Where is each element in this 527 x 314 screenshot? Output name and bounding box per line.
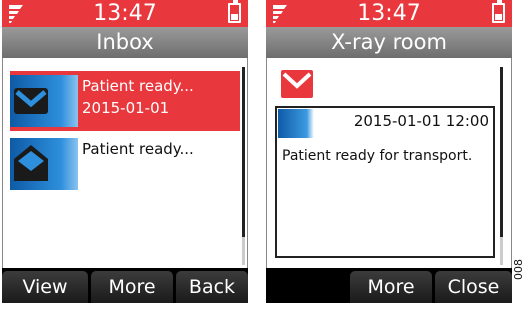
message-icon-tile [10, 138, 78, 190]
battery-icon [228, 0, 241, 23]
softkey-more[interactable]: More [350, 271, 432, 303]
scrollbar-thumb[interactable] [500, 67, 503, 237]
battery-icon [492, 0, 505, 23]
envelope-closed-icon [281, 70, 313, 98]
message-icon-tile [278, 109, 314, 138]
envelope-closed-icon [14, 88, 48, 114]
list-item[interactable]: Patient ready... [10, 134, 240, 194]
phone-screen-inbox: 13:47 Inbox Patient ready... 2015-01-01 … [2, 0, 248, 303]
list-item-subject: Patient ready... [82, 77, 194, 95]
phone-screen-message: 13:47 X-ray room 2015-01-01 12:00 Patien… [266, 0, 512, 303]
softkey-bar: View More Back [2, 268, 248, 303]
figure-id-label: 008 [512, 259, 525, 280]
screen-title: X-ray room [331, 30, 447, 54]
clock-time: 13:47 [357, 1, 421, 26]
softkey-bar: More Close [266, 268, 512, 303]
message-body: Patient ready for transport. [282, 148, 473, 164]
softkey-back[interactable]: Back [176, 271, 248, 303]
clock-time: 13:47 [93, 1, 157, 26]
screen-title: Inbox [96, 30, 154, 54]
softkey-close[interactable]: Close [435, 271, 512, 303]
message-datetime: 2015-01-01 12:00 [353, 112, 489, 130]
softkey-view[interactable]: View [2, 271, 88, 303]
title-bar: X-ray room [266, 27, 512, 58]
softkey-empty [266, 271, 348, 303]
message-icon-tile [10, 75, 78, 127]
list-item-subject: Patient ready... [82, 140, 194, 158]
list-item-date: 2015-01-01 [82, 99, 170, 117]
scrollbar-thumb[interactable] [242, 67, 245, 237]
envelope-open-icon [14, 145, 48, 181]
status-bar: 13:47 [2, 0, 248, 27]
title-bar: Inbox [2, 27, 248, 58]
list-item[interactable]: Patient ready... 2015-01-01 [10, 71, 240, 131]
message-detail: 2015-01-01 12:00 Patient ready for trans… [275, 106, 495, 258]
status-bar: 13:47 [266, 0, 512, 27]
softkey-more[interactable]: More [91, 271, 173, 303]
